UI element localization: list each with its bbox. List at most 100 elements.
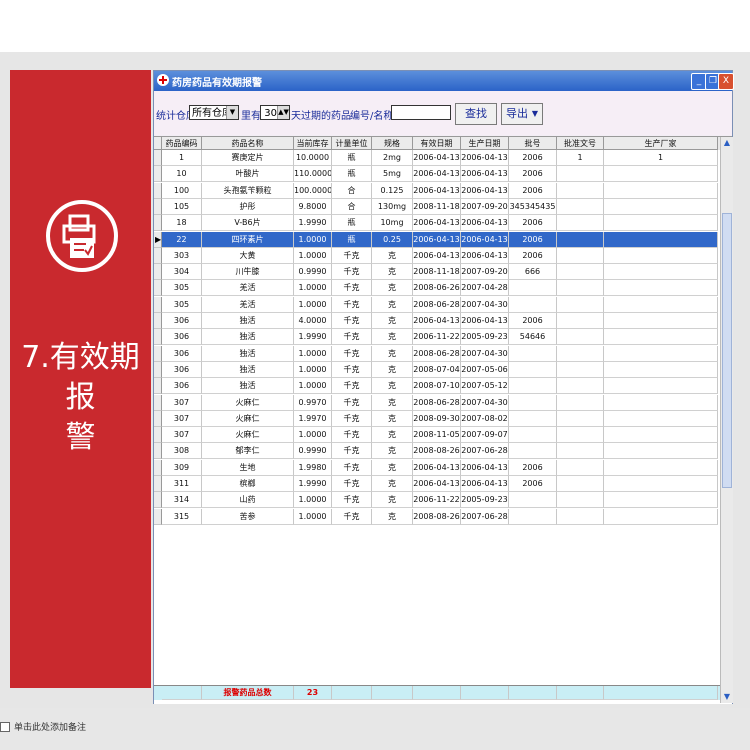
row-selector[interactable] <box>154 198 162 215</box>
table-cell[interactable] <box>604 198 718 215</box>
table-cell[interactable]: 千克 <box>332 476 372 492</box>
table-row[interactable]: 1 赛庚定片 10.0000 瓶 2mg 2006-04-13 2006-04-13 2006… <box>154 150 720 166</box>
table-cell[interactable]: 苦参 <box>202 508 294 525</box>
table-cell[interactable]: 2006-04-13 <box>461 247 509 264</box>
table-cell[interactable] <box>604 459 718 476</box>
table-cell[interactable] <box>557 247 604 264</box>
table-cell[interactable]: 306 <box>162 361 202 378</box>
row-selector[interactable] <box>154 264 162 281</box>
column-header[interactable]: 药品编码 <box>162 137 202 150</box>
table-row[interactable]: 306 独活 1.0000 千克克 2008-07-04 2007-05-06 <box>154 361 720 378</box>
table-cell[interactable] <box>604 492 718 509</box>
table-cell[interactable]: 2006-04-13 <box>461 231 509 248</box>
table-cell[interactable]: 瓶 <box>332 166 372 183</box>
table-cell[interactable]: 克 <box>372 459 413 476</box>
table-cell[interactable]: 2008-09-30 <box>413 410 461 427</box>
table-cell[interactable]: 2006-04-13 <box>413 476 461 492</box>
table-cell[interactable]: 2006-04-13 <box>413 150 461 166</box>
table-cell[interactable]: 2008-08-26 <box>413 508 461 525</box>
row-selector[interactable] <box>154 150 162 166</box>
row-selector[interactable] <box>154 492 162 509</box>
table-row[interactable]: 308 郁李仁 0.9990 千克克 2008-08-26 2007-06-28 <box>154 443 720 460</box>
table-cell[interactable]: 2006 <box>509 476 557 492</box>
table-cell[interactable]: 合 <box>332 182 372 199</box>
table-cell[interactable]: 1 <box>162 150 202 166</box>
table-cell[interactable]: 合 <box>332 198 372 215</box>
table-cell[interactable]: 2006 <box>509 150 557 166</box>
table-cell[interactable] <box>509 508 557 525</box>
table-cell[interactable]: 2008-06-28 <box>413 394 461 411</box>
table-cell[interactable]: 2006-04-13 <box>413 215 461 232</box>
table-cell[interactable]: 307 <box>162 394 202 411</box>
table-cell[interactable]: 309 <box>162 459 202 476</box>
table-row[interactable]: 307 火麻仁 1.0000 千克克 2008-11-05 2007-09-07 <box>154 427 720 444</box>
table-cell[interactable]: 9.8000 <box>294 198 332 215</box>
table-cell[interactable] <box>604 182 718 199</box>
table-cell[interactable]: 305 <box>162 296 202 313</box>
table-cell[interactable]: 千克 <box>332 313 372 329</box>
table-cell[interactable]: 1.0000 <box>294 296 332 313</box>
table-cell[interactable]: 2006 <box>509 459 557 476</box>
table-cell[interactable]: 千克 <box>332 345 372 362</box>
table-row[interactable]: 303 大黄 1.0000 千克克 2006-04-13 2006-04-13 2006 <box>154 247 720 264</box>
table-row[interactable]: 304 川牛膝 0.9990 千克克 2008-11-18 2007-09-20 666 <box>154 264 720 281</box>
table-cell[interactable] <box>557 427 604 444</box>
table-cell[interactable]: 2007-04-30 <box>461 296 509 313</box>
table-cell[interactable]: 2007-05-06 <box>461 361 509 378</box>
table-cell[interactable]: 千克 <box>332 329 372 346</box>
table-cell[interactable]: 307 <box>162 427 202 444</box>
table-cell[interactable]: 叶酸片 <box>202 166 294 183</box>
column-header[interactable]: 生产厂家 <box>604 137 718 150</box>
column-header[interactable]: 当前库存 <box>294 137 332 150</box>
table-cell[interactable]: 克 <box>372 508 413 525</box>
table-cell[interactable]: 1.0000 <box>294 492 332 509</box>
row-selector[interactable] <box>154 427 162 444</box>
row-selector[interactable] <box>154 215 162 232</box>
scroll-up-icon[interactable]: ▲ <box>721 137 733 149</box>
table-cell[interactable]: 2008-06-26 <box>413 280 461 297</box>
table-cell[interactable] <box>557 345 604 362</box>
table-row[interactable]: 306 独活 1.0000 千克克 2008-07-10 2007-05-12 <box>154 378 720 395</box>
table-cell[interactable] <box>604 476 718 492</box>
column-header[interactable]: 批准文号 <box>557 137 604 150</box>
table-cell[interactable]: 山药 <box>202 492 294 509</box>
row-selector[interactable] <box>154 296 162 313</box>
table-row[interactable]: ▶ 22 四环素片 1.0000 瓶 0.25 2006-04-13 2006-04-13 20… <box>154 231 720 248</box>
table-cell[interactable] <box>557 378 604 395</box>
search-button[interactable]: 查找 <box>455 103 497 125</box>
table-cell[interactable]: 0.125 <box>372 182 413 199</box>
table-cell[interactable]: 克 <box>372 492 413 509</box>
table-cell[interactable] <box>604 427 718 444</box>
table-cell[interactable] <box>557 476 604 492</box>
table-row[interactable]: 18 V-B6片 1.9990 瓶 10mg 2006-04-13 2006-04-13 20… <box>154 215 720 232</box>
table-cell[interactable]: 2006-04-13 <box>461 150 509 166</box>
table-cell[interactable]: 头孢氨苄颗粒 <box>202 182 294 199</box>
table-cell[interactable]: 火麻仁 <box>202 410 294 427</box>
table-cell[interactable]: 独活 <box>202 345 294 362</box>
table-cell[interactable]: 克 <box>372 345 413 362</box>
row-selector[interactable] <box>154 345 162 362</box>
table-cell[interactable]: 克 <box>372 378 413 395</box>
table-cell[interactable] <box>509 443 557 460</box>
table-cell[interactable] <box>557 410 604 427</box>
row-selector[interactable] <box>154 313 162 329</box>
scroll-thumb[interactable] <box>722 213 732 488</box>
table-cell[interactable] <box>557 296 604 313</box>
table-row[interactable]: 306 独活 1.0000 千克克 2008-06-28 2007-04-30 <box>154 345 720 362</box>
table-row[interactable]: 306 独活 4.0000 千克克 2006-04-13 2006-04-13 2006 <box>154 313 720 329</box>
table-cell[interactable] <box>509 296 557 313</box>
table-cell[interactable]: 18 <box>162 215 202 232</box>
table-cell[interactable]: 千克 <box>332 296 372 313</box>
table-cell[interactable]: 1.9970 <box>294 410 332 427</box>
table-cell[interactable]: 5mg <box>372 166 413 183</box>
table-cell[interactable]: 1.0000 <box>294 231 332 248</box>
table-cell[interactable]: 1.0000 <box>294 247 332 264</box>
table-cell[interactable] <box>557 492 604 509</box>
table-row[interactable]: 305 羌活 1.0000 千克克 2008-06-26 2007-04-28 <box>154 280 720 297</box>
table-row[interactable]: 100 头孢氨苄颗粒 100.0000 合 0.125 2006-04-13 2006-04… <box>154 182 720 199</box>
table-cell[interactable]: 10.0000 <box>294 150 332 166</box>
table-cell[interactable]: 314 <box>162 492 202 509</box>
table-cell[interactable]: 瓶 <box>332 215 372 232</box>
column-header[interactable]: 计量单位 <box>332 137 372 150</box>
table-cell[interactable]: 345345435 <box>509 198 557 215</box>
